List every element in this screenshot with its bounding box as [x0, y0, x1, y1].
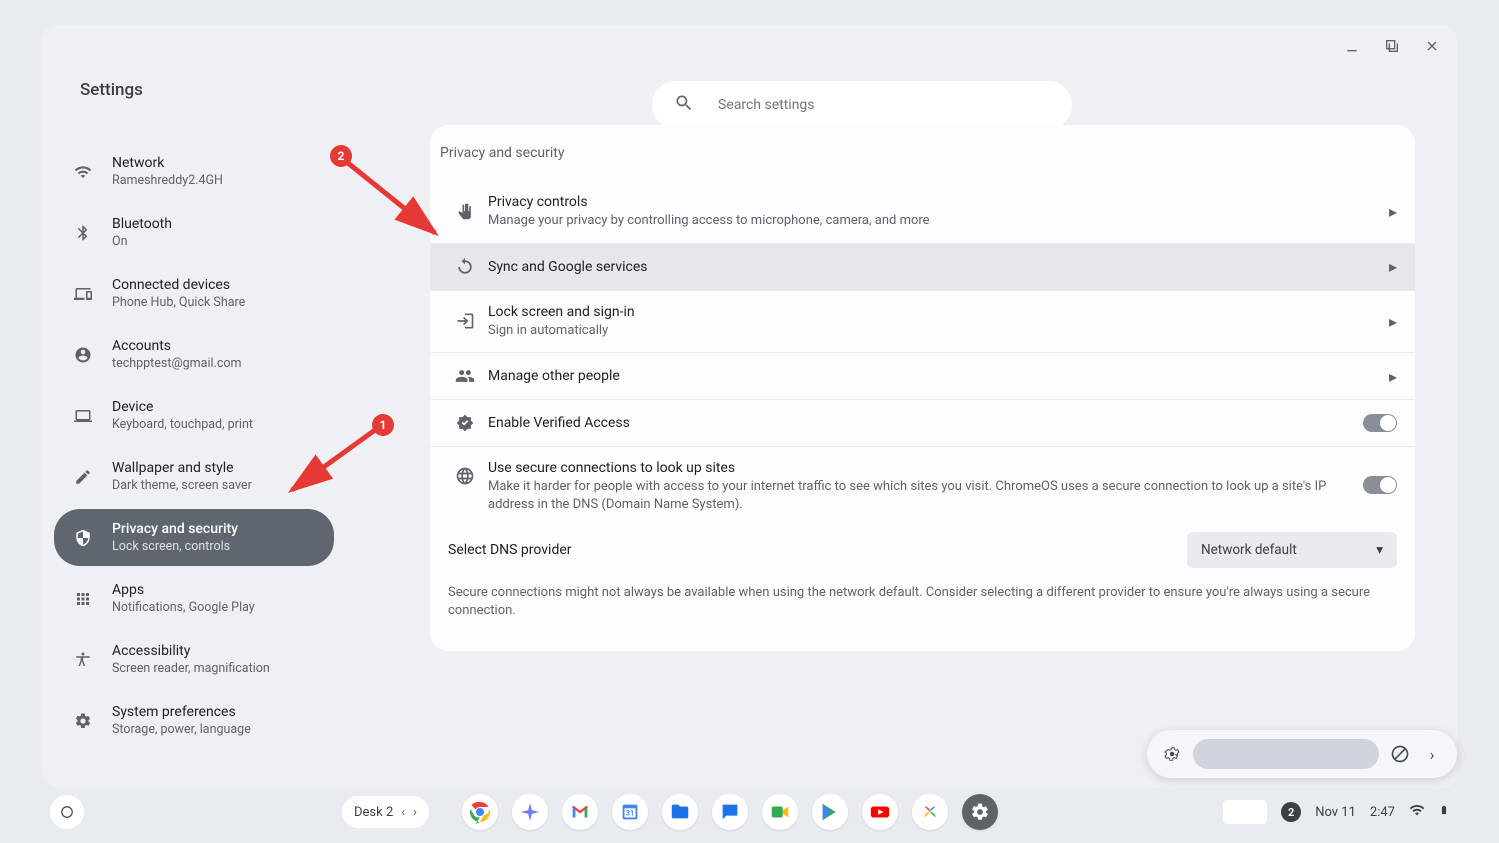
bluetooth-icon — [72, 224, 94, 242]
sidebar-item-accounts[interactable]: Accountstechpptest@gmail.com — [54, 326, 334, 383]
annotation-arrow-2 — [340, 155, 450, 245]
search-input[interactable] — [718, 97, 1018, 113]
verified-icon — [448, 413, 482, 433]
apps-icon — [72, 590, 94, 608]
signin-icon — [448, 311, 482, 331]
chevron-right-icon: ▸ — [1389, 257, 1397, 276]
verified-access-toggle[interactable] — [1363, 414, 1397, 432]
chevron-right-icon: ▸ — [1389, 367, 1397, 386]
laptop-icon — [72, 407, 94, 425]
gmail-app-icon[interactable] — [562, 794, 598, 830]
gemini-app-icon[interactable] — [512, 794, 548, 830]
row-privacy-controls[interactable]: Privacy controlsManage your privacy by c… — [430, 181, 1415, 243]
shield-icon — [72, 529, 94, 547]
page-title: Settings — [80, 80, 143, 100]
chevron-right-icon[interactable]: › — [413, 805, 417, 820]
shelf: Desk 2 ‹ › 31 2 Nov 11 2:47 — [42, 789, 1457, 835]
desk-switcher[interactable]: Desk 2 ‹ › — [342, 796, 429, 828]
launcher-button[interactable] — [50, 795, 84, 829]
photos-app-icon[interactable] — [912, 794, 948, 830]
sidebar-item-privacy-security[interactable]: Privacy and securityLock screen, control… — [54, 509, 334, 566]
search-settings[interactable] — [652, 81, 1072, 129]
row-lock-screen[interactable]: Lock screen and sign-inSign in automatic… — [430, 290, 1415, 353]
sidebar-item-network[interactable]: NetworkRameshreddy2.4GH — [54, 143, 334, 200]
row-manage-people[interactable]: Manage other people ▸ — [430, 352, 1415, 399]
gear-icon — [1161, 745, 1183, 763]
globe-icon — [448, 466, 482, 486]
chevron-right-icon[interactable]: › — [1421, 745, 1443, 764]
settings-window: Settings NetworkRameshreddy2.4GH Bluetoo… — [42, 25, 1457, 788]
annotation-badge-1: 1 — [372, 414, 394, 436]
people-icon — [448, 366, 482, 386]
quick-settings-pill — [1193, 739, 1379, 769]
accessibility-icon — [72, 651, 94, 669]
sidebar-item-label: Network — [112, 155, 223, 171]
sidebar-item-system-preferences[interactable]: System preferencesStorage, power, langua… — [54, 692, 334, 749]
dns-label: Select DNS provider — [448, 542, 572, 558]
row-verified-access: Enable Verified Access — [430, 399, 1415, 446]
dns-provider-select[interactable]: Network default ▾ — [1187, 532, 1397, 568]
chevron-left-icon[interactable]: ‹ — [401, 805, 405, 820]
quick-settings-bubble[interactable]: › — [1147, 730, 1457, 778]
weather-widget[interactable] — [1223, 800, 1267, 824]
meet-app-icon[interactable] — [762, 794, 798, 830]
battery-icon — [1439, 802, 1449, 822]
row-sync-google-services[interactable]: Sync and Google services ▸ — [430, 243, 1415, 290]
row-secure-dns: Use secure connections to look up sitesM… — [430, 446, 1415, 526]
sync-icon — [448, 257, 482, 277]
wifi-icon — [72, 163, 94, 181]
notification-count-badge[interactable]: 2 — [1281, 802, 1301, 822]
chrome-app-icon[interactable] — [462, 794, 498, 830]
wifi-icon — [1409, 802, 1425, 822]
hand-icon — [448, 202, 482, 222]
sidebar-item-connected-devices[interactable]: Connected devicesPhone Hub, Quick Share — [54, 265, 334, 322]
annotation-arrow-1 — [280, 425, 385, 505]
section-title: Privacy and security — [430, 125, 1415, 181]
search-icon — [674, 93, 694, 117]
annotation-badge-2: 2 — [330, 145, 352, 167]
chevron-right-icon: ▸ — [1389, 312, 1397, 331]
sidebar-item-apps[interactable]: AppsNotifications, Google Play — [54, 570, 334, 627]
files-app-icon[interactable] — [662, 794, 698, 830]
account-icon — [72, 346, 94, 364]
gear-icon — [72, 712, 94, 730]
system-tray[interactable]: 2 Nov 11 2:47 — [1223, 800, 1449, 824]
svg-text:31: 31 — [626, 809, 634, 818]
calendar-app-icon[interactable]: 31 — [612, 794, 648, 830]
youtube-app-icon[interactable] — [862, 794, 898, 830]
content-area: Privacy and security Privacy controlsMan… — [430, 125, 1415, 788]
play-store-app-icon[interactable] — [812, 794, 848, 830]
chevron-right-icon: ▸ — [1389, 202, 1397, 221]
time-label: 2:47 — [1370, 805, 1395, 820]
chevron-down-icon: ▾ — [1376, 542, 1383, 558]
date-label: Nov 11 — [1315, 805, 1356, 820]
messages-app-icon[interactable] — [712, 794, 748, 830]
style-icon — [72, 468, 94, 486]
settings-app-icon[interactable] — [962, 794, 998, 830]
dnd-icon[interactable] — [1389, 744, 1411, 764]
sidebar-item-accessibility[interactable]: AccessibilityScreen reader, magnificatio… — [54, 631, 334, 688]
dns-note: Secure connections might not always be a… — [430, 574, 1415, 626]
devices-icon — [72, 285, 94, 303]
secure-dns-toggle[interactable] — [1363, 476, 1397, 494]
sidebar-item-bluetooth[interactable]: BluetoothOn — [54, 204, 334, 261]
